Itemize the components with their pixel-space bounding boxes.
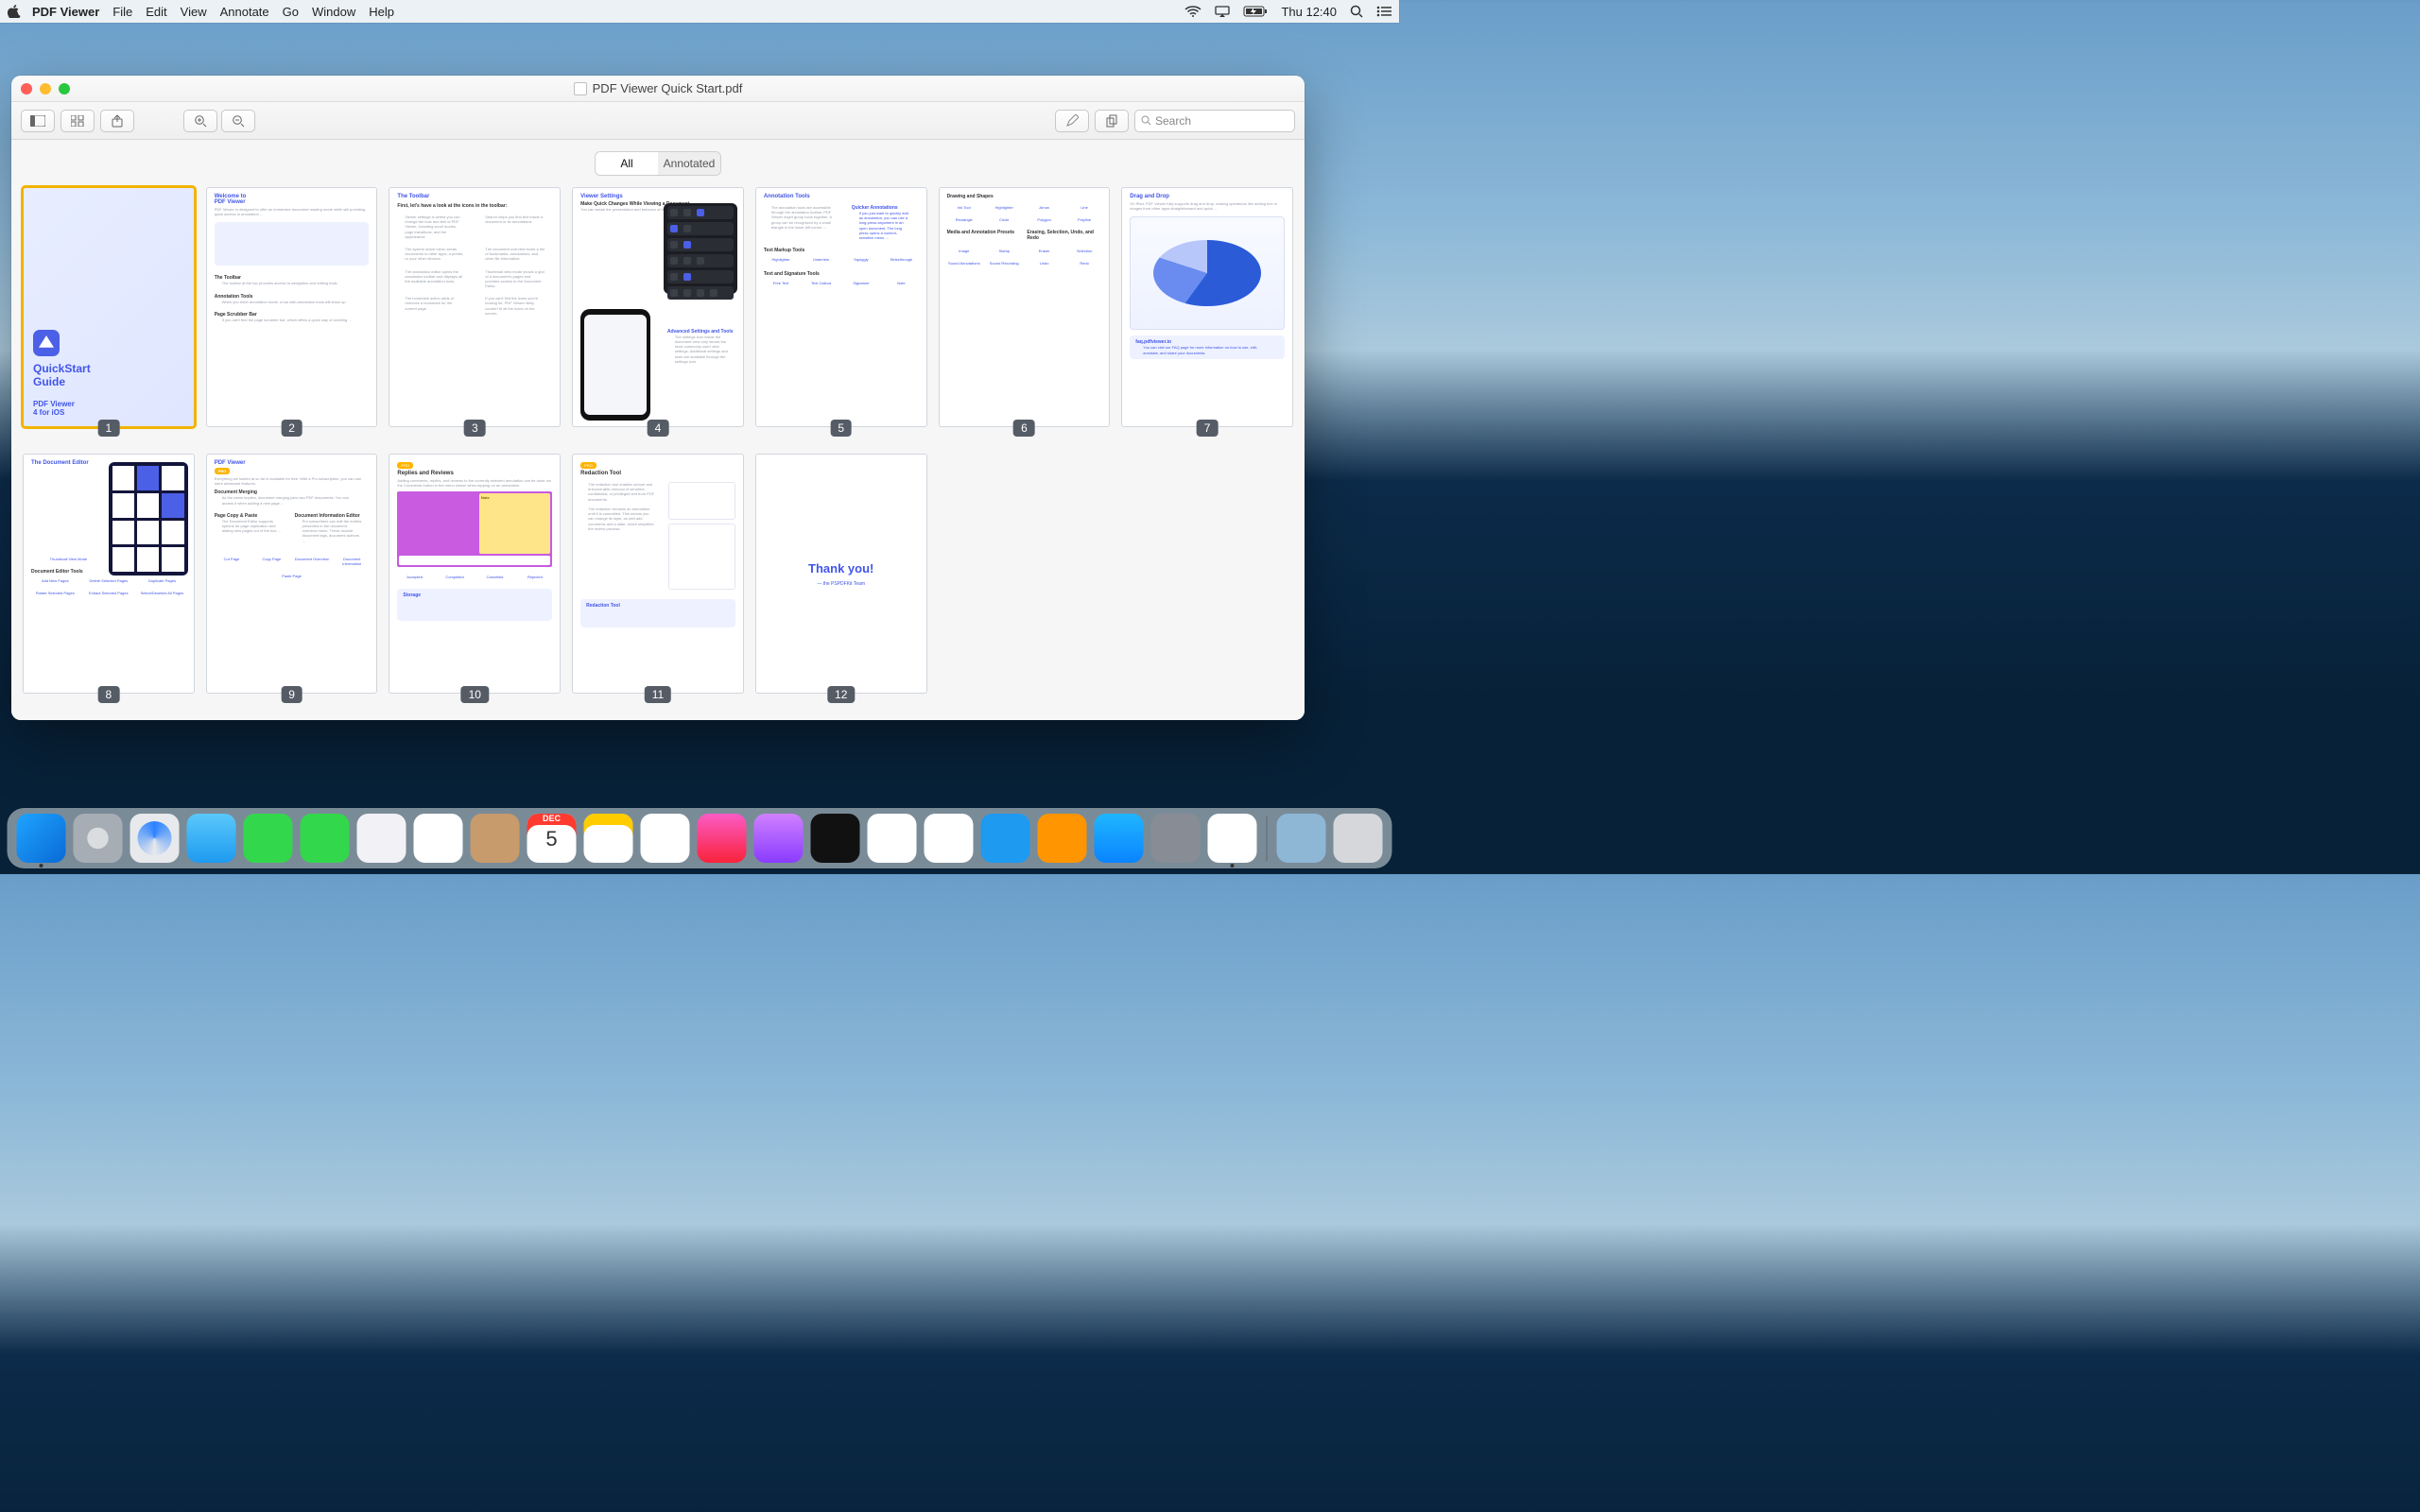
page-thumbnail[interactable]: Annotation Tools The annotation tools ar…	[755, 187, 927, 442]
app-window: PDF Viewer Quick Start.pdf Search	[11, 76, 1305, 720]
annotate-button[interactable]	[1055, 110, 1089, 132]
menu-window[interactable]: Window	[312, 5, 355, 19]
page-number: 12	[827, 686, 855, 703]
thumbnail-grid: QuickStart Guide PDF Viewer 4 for iOS 1 …	[11, 185, 1305, 720]
dock-podcasts[interactable]	[754, 814, 804, 863]
document-proxy-icon[interactable]	[574, 82, 587, 95]
filter-annotated[interactable]: Annotated	[658, 152, 720, 175]
dock-appstore[interactable]	[1095, 814, 1144, 863]
page-thumbnail[interactable]: Thank you! — the PSPDFKit Team 12	[755, 454, 927, 709]
titlebar[interactable]: PDF Viewer Quick Start.pdf	[11, 76, 1305, 102]
dock-music[interactable]	[698, 814, 747, 863]
page-number: 4	[648, 420, 669, 437]
page-number: 7	[1197, 420, 1219, 437]
page-thumbnail[interactable]: Drawing and Shapes Ink ToolHighlighter A…	[939, 187, 1111, 442]
toolbar: Search	[11, 102, 1305, 140]
dock-pages[interactable]	[1038, 814, 1087, 863]
phone-mockup	[580, 309, 650, 421]
filter-all[interactable]: All	[596, 152, 658, 175]
page-number: 3	[464, 420, 486, 437]
zoom-out-button[interactable]	[221, 110, 255, 132]
thumbnails-view-button[interactable]	[60, 110, 95, 132]
page-thumbnail[interactable]: PRO Redaction Tool The redaction tool en…	[572, 454, 744, 709]
share-button[interactable]	[100, 110, 134, 132]
menu-help[interactable]: Help	[369, 5, 394, 19]
dock-settings[interactable]	[1151, 814, 1201, 863]
page-number: 1	[98, 420, 120, 437]
page-thumbnail[interactable]: PRO Replies and Reviews Adding comments,…	[389, 454, 561, 709]
menu-annotate[interactable]: Annotate	[220, 5, 269, 19]
menu-extras-icon[interactable]	[1376, 6, 1392, 17]
page-thumbnail[interactable]: Viewer Settings Make Quick Changes While…	[572, 187, 744, 442]
page-thumbnail[interactable]: The Toolbar First, let's have a look at …	[389, 187, 561, 442]
menu-edit[interactable]: Edit	[146, 5, 166, 19]
dock-tv[interactable]	[811, 814, 860, 863]
filter-segmented[interactable]: All Annotated	[595, 151, 721, 176]
search-placeholder: Search	[1155, 114, 1191, 128]
app-name[interactable]: PDF Viewer	[32, 5, 99, 19]
dock-pdfviewer[interactable]	[1208, 814, 1257, 863]
airplay-icon[interactable]	[1215, 6, 1230, 17]
menubar-clock[interactable]: Thu 12:40	[1281, 5, 1337, 19]
page-thumbnail[interactable]: Drag and Drop On iPad, PDF Viewer fully …	[1121, 187, 1293, 442]
page-number: 8	[98, 686, 120, 703]
dock-keynote[interactable]	[981, 814, 1030, 863]
page-number: 10	[461, 686, 489, 703]
dock-messages[interactable]	[244, 814, 293, 863]
page-number: 6	[1013, 420, 1035, 437]
search-field[interactable]: Search	[1134, 110, 1295, 132]
dock-downloads[interactable]	[1277, 814, 1326, 863]
dock-reminders[interactable]	[641, 814, 690, 863]
page-thumbnail[interactable]: The Document Editor Thumbnail View ModeD…	[23, 454, 195, 709]
viewer-settings-preview	[664, 203, 737, 294]
app-logo-icon	[33, 330, 60, 356]
dock-photos[interactable]	[414, 814, 463, 863]
zoom-in-button[interactable]	[183, 110, 217, 132]
page-number: 11	[645, 686, 671, 703]
dock: DEC 5	[8, 808, 1392, 868]
close-button[interactable]	[21, 83, 32, 94]
dock-trash[interactable]	[1334, 814, 1383, 863]
page-thumbnail[interactable]: Welcome to PDF Viewer PDF Viewer is desi…	[206, 187, 378, 442]
spotlight-icon[interactable]	[1350, 5, 1363, 18]
dock-maps[interactable]	[357, 814, 406, 863]
menu-go[interactable]: Go	[283, 5, 299, 19]
page-thumbnail[interactable]: PDF ViewerPRO Everything we looked at so…	[206, 454, 378, 709]
page-thumbnail[interactable]: QuickStart Guide PDF Viewer 4 for iOS 1	[23, 187, 195, 442]
battery-icon[interactable]	[1243, 6, 1268, 17]
dock-notes[interactable]	[584, 814, 633, 863]
sidebar-toggle-button[interactable]	[21, 110, 55, 132]
dock-numbers[interactable]	[925, 814, 974, 863]
apple-menu[interactable]	[8, 5, 21, 18]
dock-facetime[interactable]	[301, 814, 350, 863]
dock-launchpad[interactable]	[74, 814, 123, 863]
wifi-icon[interactable]	[1184, 6, 1201, 17]
dock-safari[interactable]	[130, 814, 180, 863]
minimize-button[interactable]	[40, 83, 51, 94]
page-number: 2	[281, 420, 302, 437]
dock-news[interactable]	[868, 814, 917, 863]
menu-view[interactable]: View	[181, 5, 207, 19]
search-icon	[1141, 115, 1151, 126]
dock-mail[interactable]	[187, 814, 236, 863]
menubar: PDF Viewer File Edit View Annotate Go Wi…	[0, 0, 1399, 23]
rotate-button[interactable]	[1095, 110, 1129, 132]
dock-separator	[1267, 816, 1268, 861]
zoom-button[interactable]	[59, 83, 70, 94]
dock-finder[interactable]	[17, 814, 66, 863]
window-title: PDF Viewer Quick Start.pdf	[593, 81, 743, 95]
page-number: 5	[830, 420, 852, 437]
page-number: 9	[281, 686, 302, 703]
menu-file[interactable]: File	[112, 5, 132, 19]
dock-calendar[interactable]: DEC 5	[527, 814, 577, 863]
filter-bar: All Annotated	[11, 140, 1305, 185]
dock-contacts[interactable]	[471, 814, 520, 863]
